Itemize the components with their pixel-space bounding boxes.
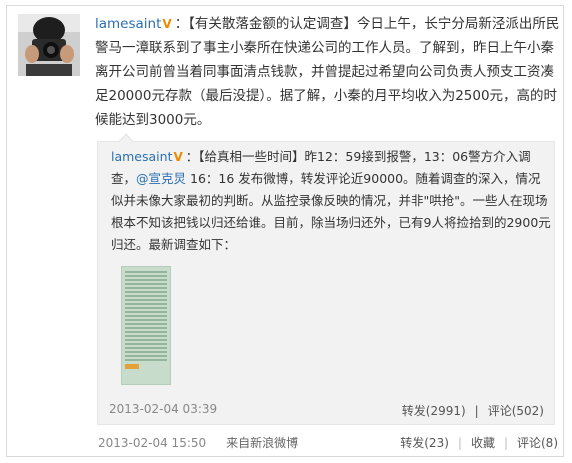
- verified-v-icon: V: [162, 17, 172, 31]
- post-comment-button[interactable]: 评论(8): [517, 436, 558, 450]
- repost-actions: 转发(2991) | 评论(502): [402, 402, 544, 419]
- avatar[interactable]: [18, 14, 80, 76]
- divider: |: [457, 436, 462, 450]
- avatar-photographer-icon: [18, 14, 80, 76]
- post-timestamp[interactable]: 2013-02-04 15:50: [98, 436, 206, 450]
- repost-text-block: lamesaintV ：【给真相一些时间】昨12：59接到报警，13：06警方介入…: [111, 146, 551, 256]
- repost-comment-button[interactable]: 评论(502): [488, 404, 544, 418]
- post-text: ：【有关散落金额的认定调查】今日上午，长宁分局新泾派出所民警马一漳联系到了事主小…: [95, 16, 560, 128]
- post-favorite-button[interactable]: 收藏: [471, 436, 495, 450]
- repost-pointer-inner-icon: [119, 135, 133, 143]
- divider: |: [474, 404, 479, 418]
- post-username[interactable]: lamesaint: [95, 16, 161, 32]
- image-thumbnail-icon[interactable]: [121, 266, 171, 385]
- divider: |: [503, 436, 508, 450]
- repost-username[interactable]: lamesaint: [111, 149, 172, 164]
- post-actions: 转发(23) | 收藏 | 评论(8): [400, 434, 558, 451]
- post-meta: 2013-02-04 15:50 来自新浪微博: [98, 434, 298, 451]
- repost-mention-link[interactable]: @宣克炅: [136, 171, 186, 186]
- post-source[interactable]: 来自新浪微博: [226, 436, 298, 450]
- repost-verified-v-icon: V: [173, 150, 183, 164]
- repost-repost-button[interactable]: 转发(2991): [402, 404, 466, 418]
- repost-timestamp[interactable]: 2013-02-04 03:39: [109, 402, 217, 416]
- post-body: lamesaintV ：【有关散落金额的认定调查】今日上午，长宁分局新泾派出所民警…: [95, 12, 560, 132]
- post-repost-button[interactable]: 转发(23): [400, 436, 449, 450]
